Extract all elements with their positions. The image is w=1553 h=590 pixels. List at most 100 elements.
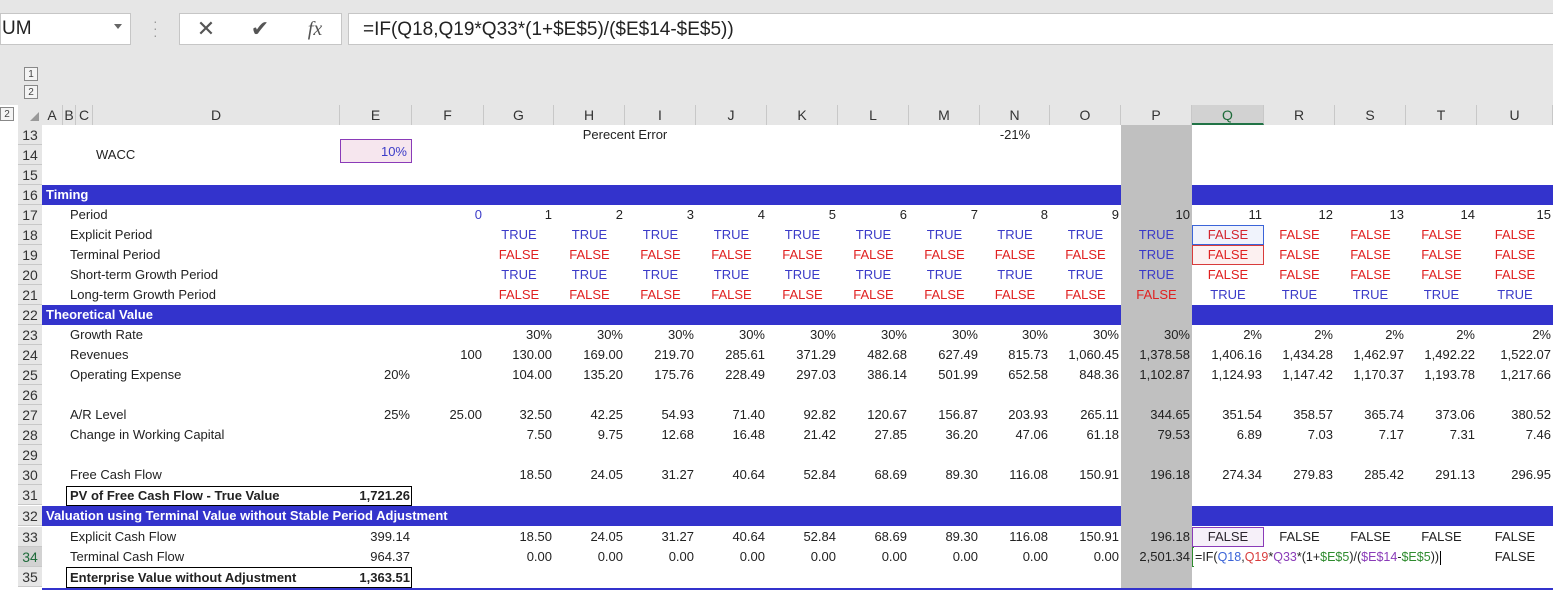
row-header-33[interactable]: 33: [18, 527, 42, 547]
row-header-25[interactable]: 25: [18, 365, 42, 385]
bool-cell: FALSE: [1279, 227, 1320, 242]
row-header-34[interactable]: 34: [18, 547, 42, 567]
fcf-cell: 285.42: [1364, 467, 1404, 482]
period-value: 5: [828, 207, 836, 222]
row-header-26[interactable]: 26: [18, 385, 42, 405]
period-value: 14: [1460, 207, 1475, 222]
row-header-27[interactable]: 27: [18, 405, 42, 425]
band-selected-gap: [1121, 305, 1192, 325]
column-header-b[interactable]: B: [63, 105, 76, 125]
row-header-22[interactable]: 22: [18, 305, 42, 325]
column-header-d[interactable]: D: [93, 105, 340, 125]
column-header-u[interactable]: U: [1477, 105, 1553, 125]
bool-cell: TRUE: [713, 227, 750, 242]
row-header-19[interactable]: 19: [18, 245, 42, 265]
column-header-l[interactable]: L: [838, 105, 909, 125]
column-header-o[interactable]: O: [1050, 105, 1121, 125]
ar-level-cell: 156.87: [938, 407, 978, 422]
row-header-24[interactable]: 24: [18, 345, 42, 365]
short-term-label: Short-term Growth Period: [70, 267, 219, 282]
row-header-29[interactable]: 29: [18, 445, 42, 465]
explicit-cf-cell: 31.27: [661, 529, 694, 544]
column-header-g[interactable]: G: [484, 105, 554, 125]
period-value: 0: [474, 207, 482, 222]
cell-edit-formula[interactable]: =IF(Q18,Q19*Q33*(1+$E$5)/($E$14-$E$5)): [1194, 547, 1454, 567]
revenues-cell: 482.68: [867, 347, 907, 362]
period-value: 6: [899, 207, 907, 222]
revenues-cell: 1,462.97: [1353, 347, 1404, 362]
column-header-s[interactable]: S: [1335, 105, 1406, 125]
period-value: 3: [686, 207, 694, 222]
column-header-k[interactable]: K: [767, 105, 838, 125]
terminal-cf-label: Terminal Cash Flow: [70, 549, 185, 564]
column-header-c[interactable]: C: [76, 105, 93, 125]
row-header-17[interactable]: 17: [18, 205, 42, 225]
bool-cell: TRUE: [997, 267, 1033, 282]
bool-cell: FALSE: [924, 247, 965, 262]
opex-cell: 175.76: [654, 367, 694, 382]
bool-cell: TRUE: [1138, 267, 1175, 282]
bool-cell: FALSE: [711, 287, 752, 302]
period-value: 7: [970, 207, 978, 222]
fcf-cell: 40.64: [732, 467, 765, 482]
revenues-cell: 815.73: [1008, 347, 1048, 362]
row-header-14[interactable]: 14: [18, 145, 42, 165]
row-header-18[interactable]: 18: [18, 225, 42, 245]
bool-cell: FALSE: [782, 287, 823, 302]
fcf-cell: 68.69: [874, 467, 907, 482]
growth-rate-cell: 30%: [1021, 327, 1048, 342]
revenues-cell: 627.49: [938, 347, 978, 362]
bool-cell: FALSE: [1494, 267, 1536, 282]
revenues-cell: 1,406.16: [1211, 347, 1262, 362]
growth-rate-cell: 30%: [596, 327, 623, 342]
explicit-cf-cell: 68.69: [874, 529, 907, 544]
column-header-a[interactable]: A: [42, 105, 63, 125]
growth-rate-label: Growth Rate: [70, 327, 143, 342]
row-header-13[interactable]: 13: [18, 125, 42, 145]
row-header-20[interactable]: 20: [18, 265, 42, 285]
column-header-m[interactable]: M: [909, 105, 980, 125]
ref-box-q18: [1192, 225, 1264, 245]
row-header-15[interactable]: 15: [18, 165, 42, 185]
spreadsheet-grid[interactable]: A B C D E F G H I J K L M N O P Q R S T U 13 14 15 16 17 18 19 20 21 2…: [0, 0, 1553, 590]
bool-cell: TRUE: [501, 227, 537, 242]
row-header-30[interactable]: 30: [18, 465, 42, 485]
row-header-23[interactable]: 23: [18, 325, 42, 345]
column-header-f[interactable]: F: [412, 105, 484, 125]
bool-cell: FALSE: [1136, 287, 1177, 302]
row-header-31[interactable]: 31: [18, 485, 42, 505]
column-header-q[interactable]: Q: [1192, 105, 1264, 125]
period-value: 2: [615, 207, 623, 222]
period-value: 11: [1248, 207, 1263, 222]
bool-cell: FALSE: [853, 247, 894, 262]
growth-rate-cell: 30%: [525, 327, 552, 342]
column-header-t[interactable]: T: [1406, 105, 1477, 125]
bool-cell: TRUE: [642, 227, 679, 242]
fcf-cell: 18.50: [519, 467, 552, 482]
ev-wo-adj-label: Enterprise Value without Adjustment: [70, 570, 297, 585]
column-header-j[interactable]: J: [696, 105, 767, 125]
fcf-cell: 291.13: [1435, 467, 1475, 482]
column-header-n[interactable]: N: [980, 105, 1050, 125]
section-title-timing: Timing: [46, 187, 89, 202]
bool-cell: FALSE: [924, 287, 965, 302]
ref-box-q33: [1192, 527, 1264, 547]
opex-cell: 1,217.66: [1500, 367, 1551, 382]
row-header-35[interactable]: 35: [18, 567, 42, 587]
ar-level-cell: 351.54: [1222, 407, 1262, 422]
column-header-r[interactable]: R: [1264, 105, 1335, 125]
ar-pct: 25%: [383, 407, 410, 422]
row-header-28[interactable]: 28: [18, 425, 42, 445]
column-header-h[interactable]: H: [554, 105, 625, 125]
bool-cell: TRUE: [713, 267, 750, 282]
row-header-32[interactable]: 32: [18, 506, 42, 526]
column-header-p[interactable]: P: [1121, 105, 1192, 125]
row-header-21[interactable]: 21: [18, 285, 42, 305]
bool-cell: TRUE: [501, 267, 537, 282]
column-header-i[interactable]: I: [625, 105, 696, 125]
row-header-16[interactable]: 16: [18, 185, 42, 205]
ar-level-cell: 265.11: [1080, 407, 1119, 422]
opex-cell: 104.00: [512, 367, 552, 382]
opex-cell: 135.20: [583, 367, 623, 382]
column-header-e[interactable]: E: [340, 105, 412, 125]
